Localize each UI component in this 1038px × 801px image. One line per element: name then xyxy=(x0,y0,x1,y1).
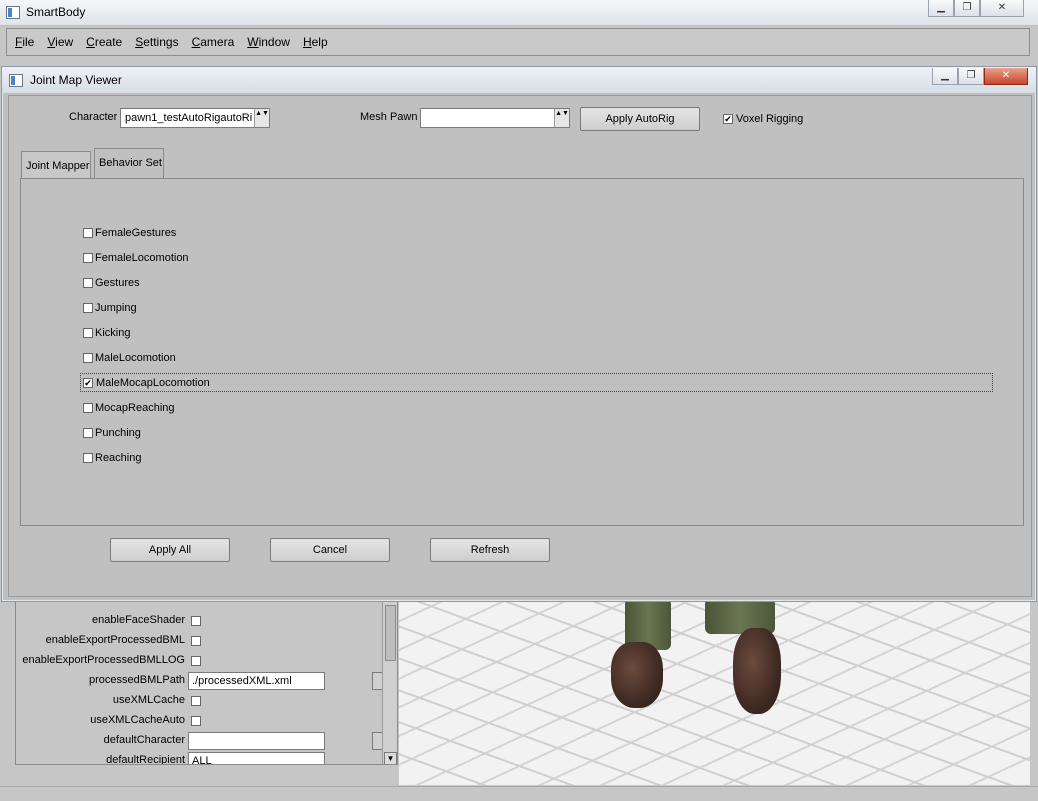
behavior-checkbox[interactable] xyxy=(83,428,93,438)
updown-arrows-icon[interactable]: ▲▼ xyxy=(554,109,569,127)
3d-viewport[interactable] xyxy=(399,598,1030,785)
behavior-checkbox[interactable] xyxy=(83,303,93,313)
character-select[interactable]: pawn1_testAutoRigautoRi ▲▼ xyxy=(120,108,270,128)
scroll-down-icon[interactable]: ▼ xyxy=(384,752,397,764)
menu-view[interactable]: View xyxy=(47,35,73,49)
behavior-label: Jumping xyxy=(95,302,137,314)
dialog-window-controls: ▁ ❐ ✕ xyxy=(932,68,1028,86)
property-row: enableFaceShader xyxy=(16,611,397,631)
property-row: enableExportProcessedBML xyxy=(16,631,397,651)
behavior-label: Punching xyxy=(95,427,141,439)
updown-arrows-icon[interactable]: ▲▼ xyxy=(254,109,269,127)
property-label: defaultRecipient xyxy=(106,754,185,765)
behavior-checkbox[interactable] xyxy=(83,403,93,413)
main-window-title: SmartBody xyxy=(26,5,86,19)
behavior-label: Reaching xyxy=(95,452,142,464)
behavior-label: MaleMocapLocomotion xyxy=(96,377,210,389)
default-recipient-input[interactable]: ALL xyxy=(188,752,325,764)
tab-joint-mapper[interactable]: Joint Mapper xyxy=(21,151,91,178)
mesh-pawn-label: Mesh Pawn xyxy=(360,111,418,123)
property-label: enableExportProcessedBMLLOG xyxy=(22,654,185,666)
main-close-icon[interactable]: ✕ xyxy=(980,0,1024,17)
menubar: File View Create Settings Camera Window … xyxy=(6,28,1030,56)
behavior-checkbox[interactable] xyxy=(83,328,93,338)
behavior-checkbox[interactable] xyxy=(83,353,93,363)
behavior-checkbox[interactable] xyxy=(83,253,93,263)
menu-camera[interactable]: Camera xyxy=(192,35,235,49)
properties-scrollbar[interactable]: ▼ xyxy=(382,599,397,764)
behavior-label: Kicking xyxy=(95,327,131,339)
processed-bml-path-input[interactable]: ./processedXML.xml xyxy=(188,672,325,690)
property-label: useXMLCacheAuto xyxy=(90,714,185,726)
list-item-focused[interactable]: ✔ MaleMocapLocomotion xyxy=(80,373,993,392)
dialog-titlebar[interactable]: Joint Map Viewer ▁ ❐ ✕ xyxy=(2,67,1036,93)
property-checkbox[interactable] xyxy=(191,696,201,706)
behavior-set-panel: FemaleGestures FemaleLocomotion Gestures… xyxy=(20,178,1024,526)
property-row: defaultCharacter xyxy=(16,731,397,751)
main-window-titlebar[interactable]: SmartBody ▁ ❐ ✕ xyxy=(0,0,1038,26)
menu-file[interactable]: File xyxy=(15,35,34,49)
property-row: enableExportProcessedBMLLOG xyxy=(16,651,397,671)
default-character-input[interactable] xyxy=(188,732,325,750)
property-row: useXMLCache xyxy=(16,691,397,711)
dialog-close-icon[interactable]: ✕ xyxy=(984,68,1028,85)
behavior-label: MocapReaching xyxy=(95,402,175,414)
main-minimize-icon[interactable]: ▁ xyxy=(928,0,954,17)
behavior-label: FemaleGestures xyxy=(95,227,177,239)
property-label: processedBMLPath xyxy=(89,674,185,686)
property-label: enableFaceShader xyxy=(92,614,185,626)
menu-window[interactable]: Window xyxy=(247,35,290,49)
tab-behavior-set[interactable]: Behavior Set xyxy=(94,148,164,178)
dialog-app-icon xyxy=(9,74,23,87)
behavior-checkbox[interactable] xyxy=(83,228,93,238)
dialog-title: Joint Map Viewer xyxy=(30,73,122,87)
main-window-controls: ▁ ❐ ✕ xyxy=(928,0,1024,18)
behavior-label: MaleLocomotion xyxy=(95,352,176,364)
dialog-maximize-icon[interactable]: ❐ xyxy=(958,68,984,85)
behavior-checkbox[interactable] xyxy=(83,278,93,288)
status-strip xyxy=(0,786,1038,801)
behavior-label: FemaleLocomotion xyxy=(95,252,189,264)
refresh-button[interactable]: Refresh xyxy=(430,538,550,562)
joint-map-viewer-dialog: Joint Map Viewer ▁ ❐ ✕ Character pawn1_t… xyxy=(1,66,1037,602)
menu-settings[interactable]: Settings xyxy=(135,35,178,49)
property-checkbox[interactable] xyxy=(191,656,201,666)
property-checkbox[interactable] xyxy=(191,716,201,726)
scrollbar-thumb[interactable] xyxy=(385,605,396,661)
properties-panel: enableFaceShader enableExportProcessedBM… xyxy=(15,598,398,765)
dialog-content: Character pawn1_testAutoRigautoRi ▲▼ Mes… xyxy=(8,95,1032,597)
property-checkbox[interactable] xyxy=(191,616,201,626)
apply-autorig-button[interactable]: Apply AutoRig xyxy=(580,107,700,131)
mesh-pawn-select[interactable]: ▲▼ xyxy=(420,108,570,128)
property-checkbox[interactable] xyxy=(191,636,201,646)
character-boot-left xyxy=(611,642,663,708)
property-label: useXMLCache xyxy=(112,694,185,706)
dialog-minimize-icon[interactable]: ▁ xyxy=(932,68,958,85)
property-label: enableExportProcessedBML xyxy=(45,634,185,646)
character-select-value: pawn1_testAutoRigautoRi xyxy=(125,112,253,124)
main-maximize-icon[interactable]: ❐ xyxy=(954,0,980,17)
property-row: useXMLCacheAuto xyxy=(16,711,397,731)
property-row: processedBMLPath ./processedXML.xml xyxy=(16,671,397,691)
voxel-rigging-checkbox[interactable]: ✔ xyxy=(723,114,733,124)
property-row: defaultRecipient ALL xyxy=(16,751,397,765)
property-label: defaultCharacter xyxy=(103,734,185,746)
app-icon xyxy=(6,6,20,19)
cancel-button[interactable]: Cancel xyxy=(270,538,390,562)
apply-all-button[interactable]: Apply All xyxy=(110,538,230,562)
behavior-checkbox-checked[interactable]: ✔ xyxy=(83,378,93,388)
character-label: Character xyxy=(69,111,118,123)
behavior-label: Gestures xyxy=(95,277,140,289)
voxel-rigging-label: Voxel Rigging xyxy=(736,113,804,125)
menu-help[interactable]: Help xyxy=(303,35,328,49)
behavior-checkbox[interactable] xyxy=(83,453,93,463)
menu-create[interactable]: Create xyxy=(86,35,122,49)
character-boot-right xyxy=(733,628,781,714)
